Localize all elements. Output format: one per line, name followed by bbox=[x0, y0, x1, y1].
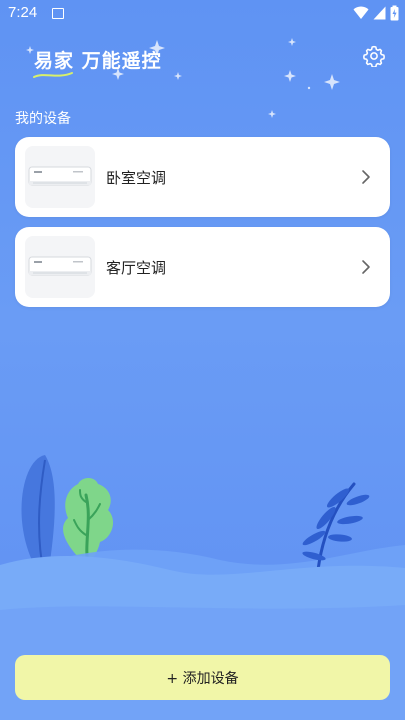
title-underline-swirl bbox=[33, 72, 73, 78]
battery-icon bbox=[390, 5, 399, 21]
status-icons bbox=[353, 5, 399, 21]
image-notification-icon bbox=[52, 8, 64, 19]
chevron-right-icon bbox=[362, 260, 370, 274]
wifi-icon bbox=[353, 6, 369, 19]
device-card-bedroom-ac[interactable]: 卧室空调 bbox=[15, 137, 390, 217]
air-conditioner-image bbox=[25, 146, 95, 208]
app-header: 易家 万能遥控 bbox=[0, 30, 405, 90]
device-card-living-room-ac[interactable]: 客厅空调 bbox=[15, 227, 390, 307]
status-bar: 7:24 bbox=[0, 0, 405, 28]
settings-gear-icon[interactable] bbox=[363, 45, 385, 67]
devices-section-title: 我的设备 bbox=[15, 111, 71, 127]
app-title: 易家 万能遥控 bbox=[34, 50, 162, 72]
air-conditioner-image bbox=[25, 236, 95, 298]
chevron-right-icon bbox=[362, 170, 370, 184]
signal-icon bbox=[373, 6, 386, 20]
status-time: 7:24 bbox=[8, 4, 38, 21]
device-name: 卧室空调 bbox=[106, 169, 167, 187]
add-device-button[interactable]: + 添加设备 bbox=[15, 655, 390, 700]
device-name: 客厅空调 bbox=[106, 259, 167, 277]
